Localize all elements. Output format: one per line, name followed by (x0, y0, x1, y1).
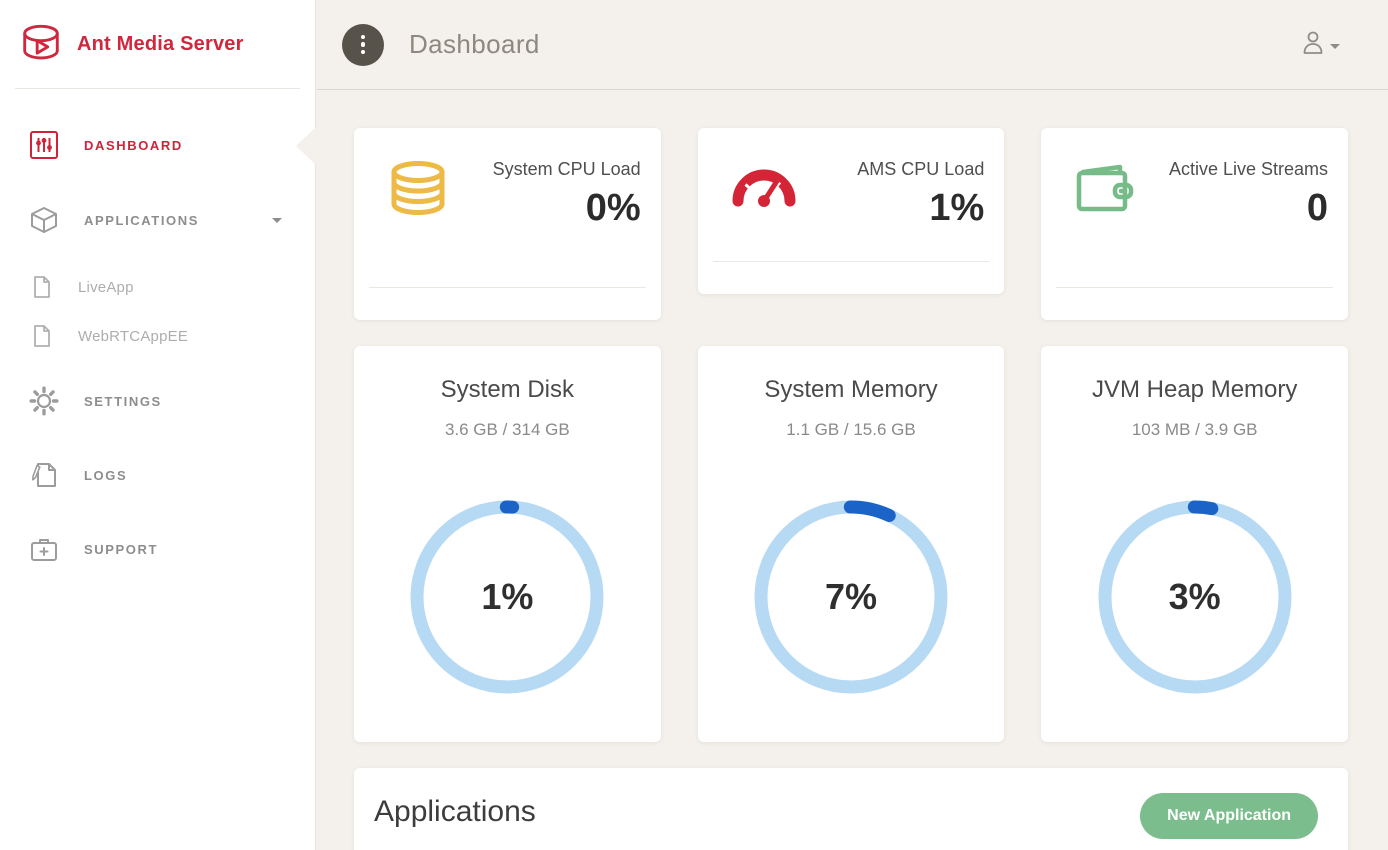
sidebar: Ant Media Server DASHBOARD APPLI (0, 0, 316, 850)
donut-gauge: 3% (1090, 492, 1300, 702)
gauge-subtitle: 1.1 GB / 15.6 GB (698, 420, 1005, 440)
stats-row: System CPU Load 0% (354, 128, 1348, 320)
new-application-button[interactable]: New Application (1140, 793, 1318, 839)
brand-logo[interactable]: Ant Media Server (0, 0, 315, 88)
stat-value: 0% (493, 187, 641, 230)
gauge-percent: 1% (402, 492, 612, 702)
active-item-pointer (296, 127, 316, 165)
speedometer-icon (731, 160, 797, 230)
donut-gauge: 7% (746, 492, 956, 702)
sidebar-nav: DASHBOARD APPLICATIONS LiveApp (0, 121, 315, 573)
active-live-streams-card: Active Live Streams 0 (1041, 128, 1348, 320)
sidebar-item-label: LOGS (84, 468, 127, 483)
sidebar-item-label: WebRTCAppEE (78, 328, 188, 345)
donut-gauge: 1% (402, 492, 612, 702)
gauge-percent: 7% (746, 492, 956, 702)
database-icon (387, 160, 449, 230)
sidebar-item-label: SUPPORT (84, 542, 158, 557)
sidebar-item-settings[interactable]: SETTINGS (0, 377, 315, 425)
applications-section: Applications New Application (354, 768, 1348, 850)
sidebar-item-webrtcappee[interactable]: WebRTCAppEE (0, 321, 315, 351)
applications-section-title: Applications (374, 795, 536, 829)
stat-label: System CPU Load (493, 156, 641, 183)
gauge-subtitle: 3.6 GB / 314 GB (354, 420, 661, 440)
file-icon (31, 276, 53, 298)
package-icon (28, 206, 60, 234)
system-disk-card: System Disk 3.6 GB / 314 GB 1% (354, 346, 661, 742)
page-title: Dashboard (409, 29, 540, 60)
ams-cpu-load-card: AMS CPU Load 1% (698, 128, 1005, 294)
gauge-title: System Disk (354, 376, 661, 404)
stat-label: Active Live Streams (1169, 156, 1328, 183)
user-menu[interactable] (1301, 29, 1340, 60)
sidebar-item-label: APPLICATIONS (84, 213, 199, 228)
stat-value: 1% (857, 187, 984, 230)
first-aid-kit-icon (28, 536, 60, 562)
sidebar-item-label: LiveApp (78, 279, 134, 296)
sidebar-item-label: SETTINGS (84, 394, 162, 409)
gear-icon (28, 386, 60, 416)
sidebar-item-support[interactable]: SUPPORT (0, 525, 315, 573)
top-bar: Dashboard (317, 0, 1388, 90)
document-pencil-icon (28, 461, 60, 489)
sidebar-item-dashboard[interactable]: DASHBOARD (0, 121, 315, 169)
user-icon (1301, 29, 1325, 60)
sidebar-item-logs[interactable]: LOGS (0, 451, 315, 499)
sidebar-divider (15, 88, 300, 89)
sliders-icon (28, 130, 60, 160)
chevron-down-icon[interactable] (272, 218, 282, 223)
system-memory-card: System Memory 1.1 GB / 15.6 GB 7% (698, 346, 1005, 742)
jvm-heap-memory-card: JVM Heap Memory 103 MB / 3.9 GB 3% (1041, 346, 1348, 742)
gauge-title: System Memory (698, 376, 1005, 404)
gauge-percent: 3% (1090, 492, 1300, 702)
gauge-title: JVM Heap Memory (1041, 376, 1348, 404)
stat-value: 0 (1169, 187, 1328, 230)
system-cpu-load-card: System CPU Load 0% (354, 128, 661, 320)
brand-name: Ant Media Server (77, 33, 244, 56)
chevron-down-icon (1330, 44, 1340, 49)
gauge-subtitle: 103 MB / 3.9 GB (1041, 420, 1348, 440)
dashboard-content: System CPU Load 0% (317, 90, 1388, 850)
main-area: Dashboard (317, 0, 1388, 850)
sidebar-item-liveapp[interactable]: LiveApp (0, 272, 315, 302)
stat-label: AMS CPU Load (857, 156, 984, 183)
file-icon (31, 325, 53, 347)
sidebar-item-label: DASHBOARD (84, 138, 183, 153)
sidebar-item-applications[interactable]: APPLICATIONS (0, 196, 315, 244)
media-drum-play-icon (18, 21, 64, 67)
wallet-icon (1074, 160, 1136, 230)
gauges-row: System Disk 3.6 GB / 314 GB 1% System Me… (354, 346, 1348, 742)
kebab-menu-icon[interactable] (342, 24, 384, 66)
